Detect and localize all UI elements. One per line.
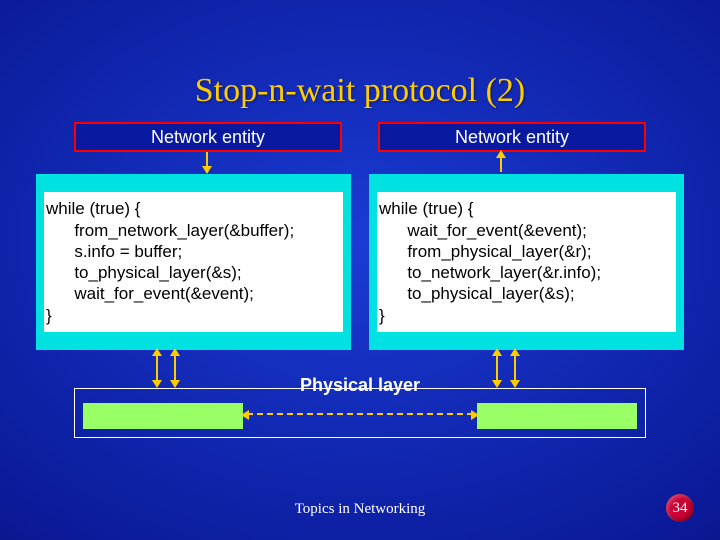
arrow-down-icon (206, 152, 208, 172)
double-arrow-icon (496, 350, 498, 386)
receiver-panel: while (true) { wait_for_event(&event); f… (369, 174, 684, 350)
network-entity-right: Network entity (378, 122, 646, 152)
footer-text: Topics in Networking (0, 501, 720, 518)
double-arrow-icon (514, 350, 516, 386)
network-entity-left: Network entity (74, 122, 342, 152)
double-arrow-icon (174, 350, 176, 386)
double-arrow-icon (156, 350, 158, 386)
code-panels: while (true) { from_network_layer(&buffe… (0, 174, 720, 350)
sender-panel: while (true) { from_network_layer(&buffe… (36, 174, 351, 350)
slide-title: Stop-n-wait protocol (2) (0, 0, 720, 116)
receiver-code: while (true) { wait_for_event(&event); f… (377, 192, 676, 332)
physical-layer-row (83, 401, 637, 431)
dashed-double-arrow-icon (247, 413, 473, 415)
physical-layer-label: Physical layer (296, 375, 424, 396)
physical-layer-frame: Physical layer (74, 388, 646, 438)
page-number-badge: 34 (666, 494, 694, 522)
entity-arrow-row (0, 154, 720, 174)
sender-code: while (true) { from_network_layer(&buffe… (44, 192, 343, 332)
physical-block-right (477, 403, 637, 429)
physical-block-left (83, 403, 243, 429)
arrow-up-icon (500, 152, 502, 172)
entity-row: Network entity Network entity (0, 122, 720, 152)
